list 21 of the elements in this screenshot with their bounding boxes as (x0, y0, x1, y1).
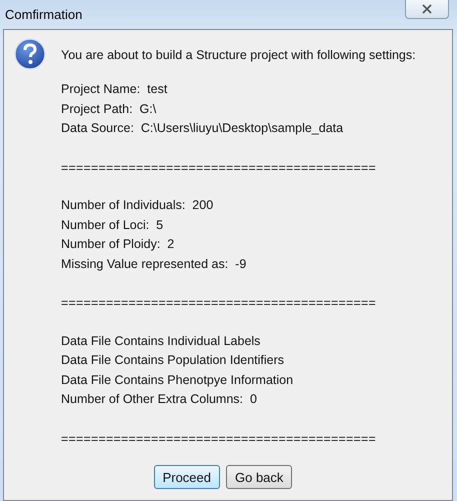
setting-text: Number of Individuals: 200 (61, 197, 214, 214)
separator-text: ========================================== (61, 295, 376, 312)
message-text: You are about to build a Structure project with following settings: (61, 47, 416, 64)
setting-text: Number of Ploidy: 2 (61, 236, 174, 253)
separator-text: ========================================== (61, 160, 376, 176)
setting-text: Missing Value represented as: -9 (61, 256, 246, 273)
setting-text: Project Name: test (61, 81, 168, 98)
close-icon (420, 4, 434, 14)
question-icon (14, 38, 46, 70)
proceed-button[interactable]: Proceed (154, 465, 220, 489)
setting-text: Data File Contains Phenotpye Information (61, 372, 294, 389)
go-back-button[interactable]: Go back (226, 465, 292, 489)
setting-text: Data Source: C:\Users\liuyu\Desktop\sample_data (61, 120, 344, 137)
separator-text: ========================================== (61, 430, 376, 448)
setting-text: Number of Other Extra Columns: 0 (61, 391, 257, 408)
setting-text: Number of Loci: 5 (61, 216, 164, 234)
setting-text: Data File Contains Population Identifiers (61, 352, 284, 369)
window-title: Comfirmation (4, 7, 82, 22)
setting-text: Project Path: G:\ (61, 100, 156, 118)
setting-text: Data File Contains Individual Labels (61, 332, 260, 350)
close-button[interactable] (405, 0, 449, 19)
